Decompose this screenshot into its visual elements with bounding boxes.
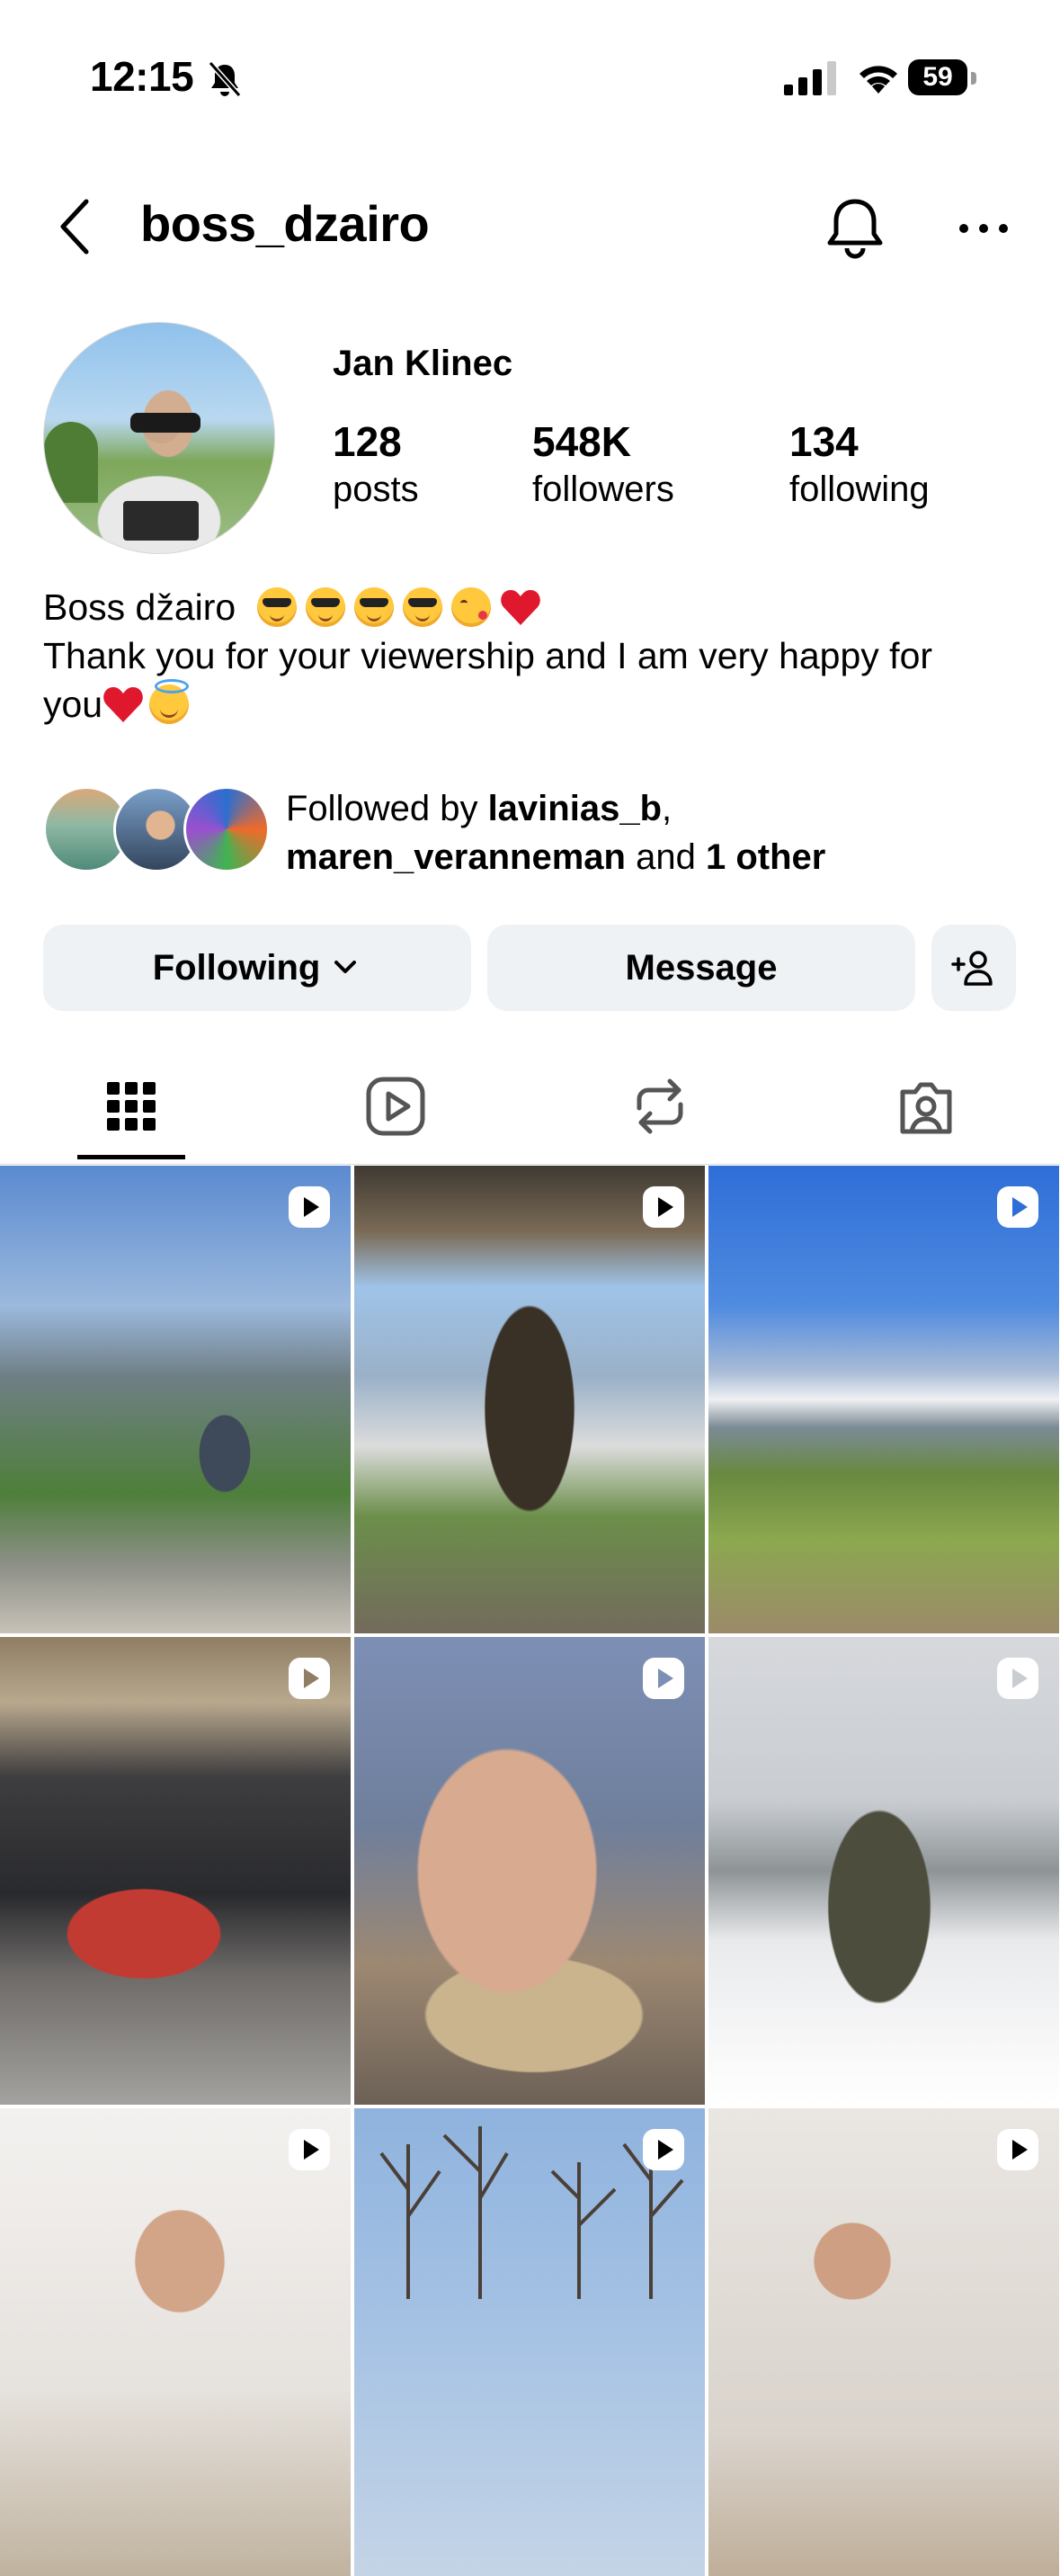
post-tile[interactable]: [708, 2108, 1059, 2576]
battery-level: 59: [908, 59, 967, 95]
reel-icon: [289, 1186, 330, 1228]
profile-bio: Boss džairo Thank you for your viewershi…: [43, 583, 1023, 729]
post-tile[interactable]: [0, 1637, 351, 2105]
reel-icon: [643, 1658, 684, 1699]
bio-line-1: Boss džairo: [43, 586, 236, 628]
back-arrow-icon[interactable]: [54, 194, 101, 259]
reels-icon: [366, 1077, 425, 1136]
wifi-icon: [860, 66, 897, 94]
followed-by-and: and: [636, 837, 696, 877]
tab-reposts[interactable]: [617, 1067, 703, 1146]
mutual-followers-avatars[interactable]: [43, 786, 270, 874]
status-time: 12:15: [90, 53, 194, 100]
posts-count[interactable]: 128: [333, 417, 402, 466]
following-button[interactable]: Following: [43, 925, 471, 1011]
repost-icon: [637, 1078, 683, 1134]
tab-divider: [0, 1164, 1060, 1165]
following-label[interactable]: following: [789, 470, 930, 510]
heart-emoji: [103, 687, 143, 722]
heart-emoji: [500, 590, 540, 625]
reel-icon: [997, 1658, 1038, 1699]
reel-icon: [289, 2129, 330, 2170]
posts-label[interactable]: posts: [333, 470, 419, 510]
active-tab-indicator: [77, 1155, 185, 1159]
bell-icon[interactable]: [820, 194, 890, 263]
kissing-emoji: [450, 587, 491, 627]
bio-line-2: Thank you for your viewership and I am v…: [43, 635, 933, 676]
reel-icon: [997, 1186, 1038, 1228]
sunglasses-emoji: [256, 587, 297, 627]
battery-icon: 59: [908, 58, 978, 97]
bell-slash-icon: [208, 61, 242, 97]
message-button-label: Message: [625, 947, 778, 988]
post-tile[interactable]: [354, 1637, 705, 2105]
followed-by-prefix: Followed by: [286, 789, 478, 828]
reel-icon: [643, 2129, 684, 2170]
more-horizontal-icon[interactable]: [955, 210, 1012, 246]
sunglasses-emoji: [353, 587, 394, 627]
bio-line-3: you: [43, 684, 103, 725]
grid-icon: [107, 1082, 156, 1131]
post-tile[interactable]: [354, 1166, 705, 1633]
reel-icon: [643, 1186, 684, 1228]
tab-tagged[interactable]: [883, 1067, 969, 1146]
tagged-person-icon: [900, 1082, 952, 1134]
profile-full-name: Jan Klinec: [333, 344, 513, 383]
following-count[interactable]: 134: [789, 417, 859, 466]
sunglasses-emoji: [305, 587, 345, 627]
post-tile[interactable]: [354, 2108, 705, 2576]
add-user-button[interactable]: [931, 925, 1016, 1011]
tab-reels[interactable]: [352, 1067, 439, 1146]
mutual-avatar: [183, 786, 270, 872]
post-tile[interactable]: [0, 2108, 351, 2576]
reel-icon: [997, 2129, 1038, 2170]
post-tile[interactable]: [0, 1166, 351, 1633]
tab-grid[interactable]: [88, 1067, 174, 1146]
mutual-user-2[interactable]: maren_veranneman: [286, 837, 626, 877]
following-button-label: Following: [152, 947, 321, 988]
sunglasses-emoji: [402, 587, 442, 627]
cellular-signal-icon: [784, 61, 836, 95]
mutual-others[interactable]: 1 other: [706, 837, 825, 877]
mutual-user-1[interactable]: lavinias_b: [488, 789, 662, 828]
halo-emoji: [149, 679, 190, 724]
post-tile[interactable]: [708, 1166, 1059, 1633]
add-person-icon: [951, 951, 993, 986]
message-button[interactable]: Message: [487, 925, 915, 1011]
reel-icon: [289, 1658, 330, 1699]
followed-by-text[interactable]: Followed by lavinias_b, maren_veranneman…: [286, 784, 1023, 881]
post-tile[interactable]: [708, 1637, 1059, 2105]
avatar[interactable]: [43, 322, 275, 554]
followers-label[interactable]: followers: [532, 470, 674, 510]
followers-count[interactable]: 548K: [532, 417, 631, 466]
chevron-down-icon: [334, 961, 357, 973]
profile-username: boss_dzairo: [140, 195, 430, 252]
